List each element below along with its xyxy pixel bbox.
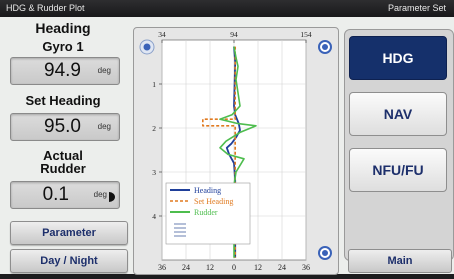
bottom-axis-tick-label: 12 xyxy=(206,263,214,272)
hdg-rudder-chart: 36 24 12 0 12 24 3634 94 1541234 Heading Set Hea… xyxy=(139,30,332,272)
gyro-value: 94.9 xyxy=(44,60,81,81)
bottom-axis-tick-label: 24 xyxy=(278,263,286,272)
rudder-value-box: 0.1 deg xyxy=(10,181,120,209)
y-axis-tick-label: 3 xyxy=(152,168,156,177)
nfu-fu-mode-button[interactable]: NFU/FU xyxy=(349,148,447,192)
mode-panel: HDG NAV NFU/FU xyxy=(344,29,454,261)
actual-rudder-label-line2: Rudder xyxy=(40,161,86,176)
zoom-top-left-icon[interactable] xyxy=(139,39,155,55)
scroll-top-right-icon[interactable] xyxy=(318,40,332,54)
set-heading-label: Set Heading xyxy=(25,93,101,108)
parameter-button[interactable]: Parameter xyxy=(10,221,128,245)
bottom-axis-tick-label: 0 xyxy=(232,263,236,272)
set-heading-unit: deg xyxy=(97,122,111,131)
heading-title: Heading xyxy=(35,20,91,36)
rudder-value: 0.1 xyxy=(42,184,69,205)
top-axis-tick-label: 94 xyxy=(230,30,238,39)
main-button[interactable]: Main xyxy=(348,249,452,273)
scroll-bottom-right-icon[interactable] xyxy=(318,246,332,260)
legend-heading-label: Heading xyxy=(194,186,221,195)
bottom-axis-tick-label: 36 xyxy=(158,263,166,272)
window-title: HDG & Rudder Plot xyxy=(6,3,85,13)
top-axis-tick-label: 154 xyxy=(300,30,312,39)
legend-rudder-label: Rudder xyxy=(194,208,218,217)
plot-panel: 36 24 12 0 12 24 36 34 94 154 1 2 3 4 Heading Set Hea… xyxy=(133,27,339,275)
rudder-unit: deg xyxy=(93,190,107,199)
main-screen: Heading Gyro 1 94.9 deg Set Heading 95.0… xyxy=(0,17,454,275)
gyro-value-box: 94.9 deg xyxy=(10,57,120,85)
set-heading-value: 95.0 xyxy=(44,116,81,137)
bottom-axis-tick-label: 36 xyxy=(302,263,310,272)
hdg-mode-button[interactable]: HDG xyxy=(349,36,447,80)
bottom-axis-tick-label: 24 xyxy=(182,263,190,272)
title-bar: HDG & Rudder Plot Parameter Set xyxy=(0,0,454,17)
legend-set-heading-label: Set Heading xyxy=(194,197,233,206)
y-axis-tick-label: 1 xyxy=(152,80,156,89)
gyro-unit: deg xyxy=(97,66,111,75)
day-night-button[interactable]: Day / Night xyxy=(10,249,128,273)
top-axis-tick-label: 34 xyxy=(158,30,166,39)
rudder-direction-icon xyxy=(108,189,116,202)
set-heading-value-box[interactable]: 95.0 deg xyxy=(10,113,120,141)
bottom-axis-tick-label: 12 xyxy=(254,263,262,272)
chart-legend: Heading Set Heading Rudder xyxy=(165,182,251,245)
nav-mode-button[interactable]: NAV xyxy=(349,92,447,136)
parameter-set-label[interactable]: Parameter Set xyxy=(388,3,446,13)
y-axis-tick-label: 4 xyxy=(152,212,156,221)
gyro-label: Gyro 1 xyxy=(42,39,84,54)
actual-rudder-label: Actual Rudder xyxy=(4,149,122,175)
y-axis-tick-label: 2 xyxy=(152,124,156,133)
